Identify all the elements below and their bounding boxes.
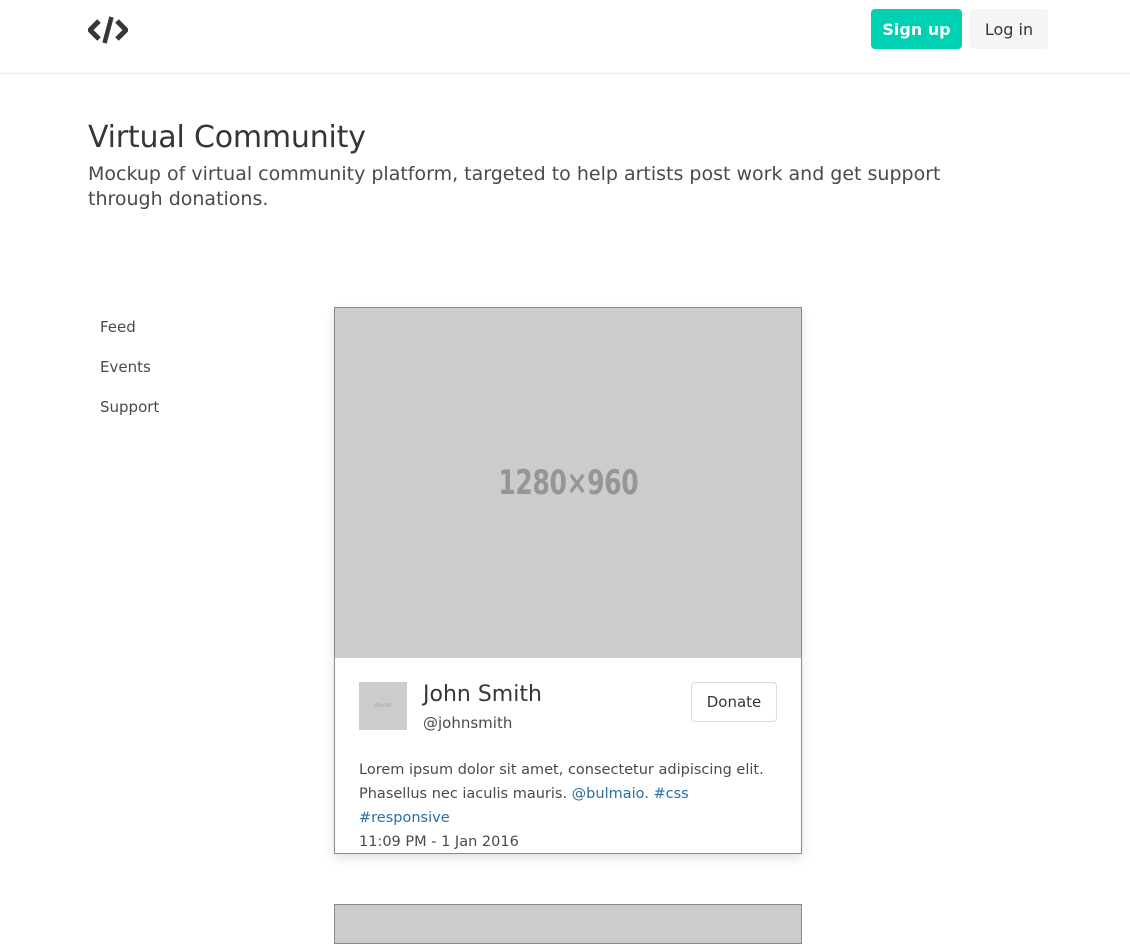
code-brackets-icon[interactable] <box>88 15 128 45</box>
post-text: Phasellus nec iaculis mauris. <box>359 786 568 802</box>
image-placeholder-label: 1280×960 <box>498 463 638 503</box>
avatar: 96×96 <box>359 682 407 730</box>
page-subtitle: Mockup of virtual community platform, ta… <box>88 163 941 210</box>
post-timestamp: 11:09 PM - 1 Jan 2016 <box>359 834 519 850</box>
next-post-card <box>334 904 802 944</box>
menu-item-feed[interactable]: Feed <box>100 316 159 356</box>
post-image: 1280×960 <box>335 308 801 658</box>
side-menu: Feed Events Support <box>100 316 159 436</box>
hashtag-link[interactable]: #css <box>653 786 688 802</box>
menu-item-support[interactable]: Support <box>100 396 159 436</box>
donate-button[interactable]: Donate <box>691 682 777 722</box>
hashtag-link[interactable]: #responsive <box>359 810 450 826</box>
signup-button[interactable]: Sign up <box>871 9 962 49</box>
mention-link[interactable]: @bulmaio <box>572 786 645 802</box>
menu-item-events[interactable]: Events <box>100 356 159 396</box>
separator: . <box>644 786 649 802</box>
post-card: 1280×960 96×96 John Smith @johnsmith Don… <box>334 307 802 854</box>
page-title: Virtual Community <box>88 120 366 155</box>
login-button[interactable]: Log in <box>970 9 1048 49</box>
avatar-placeholder-label: 96×96 <box>374 703 392 709</box>
author-name: John Smith <box>423 682 542 707</box>
author-handle: @johnsmith <box>423 714 513 732</box>
post-text: Lorem ipsum dolor sit amet, consectetur … <box>359 762 764 778</box>
post-content: Lorem ipsum dolor sit amet, consectetur … <box>359 758 779 854</box>
navbar: Sign up Log in <box>0 0 1130 74</box>
